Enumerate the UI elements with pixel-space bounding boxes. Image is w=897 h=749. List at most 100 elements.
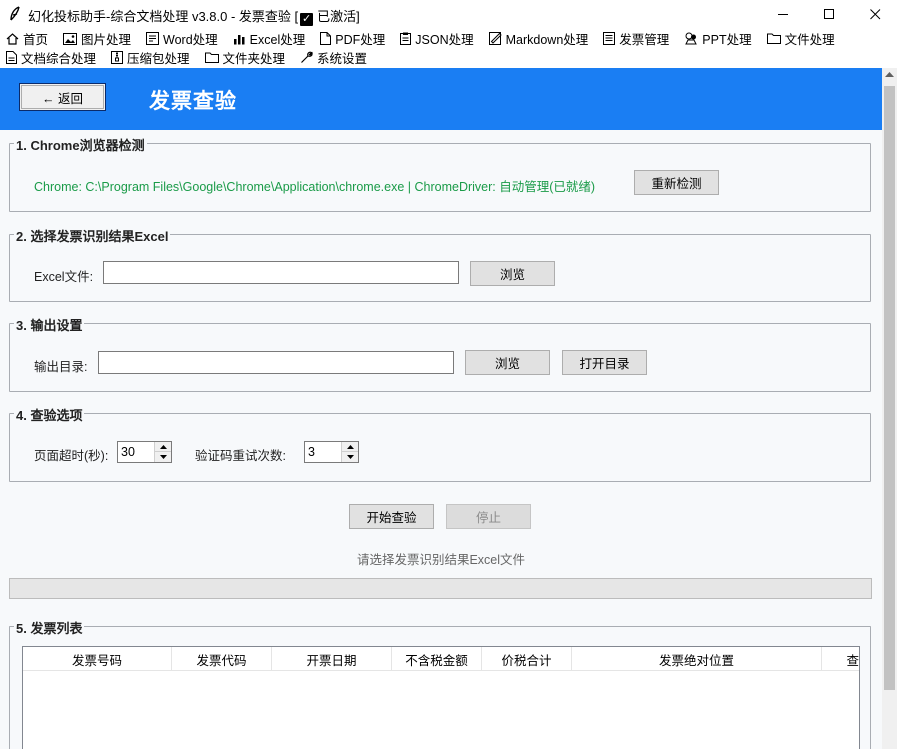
document-icon: [6, 51, 17, 64]
menu-item-pdf[interactable]: PDF处理: [320, 29, 385, 48]
image-icon: [63, 32, 78, 45]
column-header-invoice-number[interactable]: 发票号码: [23, 647, 172, 671]
menu-item-label: 文件处理: [784, 33, 835, 47]
retry-label: 验证码重试次数:: [195, 449, 286, 463]
menu-item-home[interactable]: 首页: [6, 29, 48, 48]
output-browse-button[interactable]: 浏览: [465, 350, 550, 375]
column-header-total-with-tax[interactable]: 价税合计: [482, 647, 572, 671]
menu-item-label: 系统设置: [317, 52, 368, 66]
column-header-amount-excl-tax[interactable]: 不含税金额: [392, 647, 482, 671]
menu-item-ppt[interactable]: PPT处理: [684, 29, 752, 48]
markdown-icon: [488, 32, 502, 45]
timeout-spinbox[interactable]: 30: [117, 441, 172, 463]
main-content: 1. Chrome浏览器检测 Chrome: C:\Program Files\…: [0, 130, 882, 749]
menu-item-label: 发票管理: [619, 33, 670, 47]
menu-item-label: JSON处理: [415, 33, 474, 47]
menu-item-label: PDF处理: [335, 33, 386, 47]
column-header-verify[interactable]: 查: [822, 647, 859, 671]
pdf-icon: [320, 32, 332, 45]
folder-icon: [204, 52, 219, 63]
close-button[interactable]: [852, 0, 897, 28]
excel-select-title: 2. 选择发票识别结果Excel: [14, 226, 171, 245]
excel-file-label: Excel文件:: [34, 270, 94, 284]
menu-item-word[interactable]: Word处理: [146, 29, 218, 48]
menu-item-json[interactable]: JSON处理: [400, 29, 474, 48]
retry-decrement-button[interactable]: [342, 452, 358, 462]
invoice-table[interactable]: 发票号码 发票代码 开票日期 不含税金额 价税合计 发票绝对位置 查: [22, 646, 860, 749]
wrench-icon: [301, 51, 313, 63]
menu-row-2: 文档综合处理 压缩包处理 文件夹处理 系统设置: [6, 48, 382, 67]
menu-row-1: 首页 图片处理 Word处理 Excel处理 PDF处理 JSON处理 Mark…: [6, 29, 850, 48]
retry-spinbox[interactable]: 3: [304, 441, 359, 463]
vertical-scrollbar[interactable]: [882, 68, 897, 749]
menu-item-image[interactable]: 图片处理: [63, 29, 131, 48]
chart-icon: [233, 34, 245, 44]
home-icon: [6, 32, 19, 45]
scroll-up-icon[interactable]: [885, 72, 894, 77]
maximize-button[interactable]: [806, 0, 852, 28]
chrome-detect-title: 1. Chrome浏览器检测: [14, 135, 147, 154]
timeout-decrement-button[interactable]: [155, 452, 171, 462]
start-verify-button[interactable]: 开始查验: [349, 504, 434, 529]
spin-down-icon: [159, 455, 167, 459]
spin-down-icon: [346, 455, 354, 459]
ppt-icon: [685, 32, 698, 45]
invoice-list-title: 5. 发票列表: [14, 618, 85, 637]
column-header-invoice-code[interactable]: 发票代码: [172, 647, 272, 671]
menu-item-invoice[interactable]: 发票管理: [603, 29, 669, 48]
window-title-activated: 已激活]: [317, 9, 360, 24]
checkbox-icon: ✓: [300, 13, 314, 26]
menu-item-label: Excel处理: [249, 33, 306, 47]
output-dir-label: 输出目录:: [34, 360, 88, 374]
menu-item-markdown[interactable]: Markdown处理: [488, 29, 589, 48]
retry-increment-button[interactable]: [342, 442, 358, 452]
timeout-value: 30: [121, 445, 135, 459]
page-title: 发票查验: [149, 90, 237, 113]
excel-file-input[interactable]: [103, 261, 459, 284]
status-message: 请选择发票识别结果Excel文件: [356, 553, 526, 567]
menu-item-label: Word处理: [163, 33, 218, 47]
menu-item-label: 图片处理: [81, 33, 132, 47]
menu-item-label: Markdown处理: [505, 33, 589, 47]
menu-item-file[interactable]: 文件处理: [766, 29, 835, 48]
menu-item-excel[interactable]: Excel处理: [233, 29, 306, 48]
clipboard-icon: [400, 32, 412, 45]
menu-item-folder[interactable]: 文件夹处理: [204, 48, 286, 67]
redetect-button[interactable]: 重新检测: [634, 170, 719, 195]
feather-icon: [10, 6, 20, 21]
word-icon: [146, 32, 160, 45]
stop-button[interactable]: 停止: [446, 504, 531, 529]
column-header-file-path[interactable]: 发票绝对位置: [572, 647, 822, 671]
timeout-label: 页面超时(秒):: [34, 449, 109, 463]
page-header: ← 返回 发票查验: [0, 68, 882, 130]
menu-bar: 首页 图片处理 Word处理 Excel处理 PDF处理 JSON处理 Mark…: [0, 28, 897, 68]
progress-bar: [9, 578, 872, 599]
menu-item-settings[interactable]: 系统设置: [300, 48, 367, 67]
scrollbar-thumb[interactable]: [884, 86, 895, 690]
minimize-icon: [777, 13, 788, 15]
menu-item-archive[interactable]: 压缩包处理: [111, 48, 190, 67]
close-icon: [869, 8, 880, 19]
output-dir-input[interactable]: [98, 351, 454, 374]
maximize-icon: [823, 8, 834, 19]
window-title: 幻化投标助手-综合文档处理 v3.8.0 - 发票查验 [✓ 已激活]: [28, 6, 360, 26]
menu-item-label: 文件夹处理: [222, 52, 286, 66]
invoice-icon: [603, 32, 616, 45]
menu-item-label: 文档综合处理: [21, 52, 97, 66]
menu-item-document[interactable]: 文档综合处理: [6, 48, 96, 67]
spin-up-icon: [346, 444, 354, 449]
window-title-text: 幻化投标助手-综合文档处理 v3.8.0 - 发票查验 [: [28, 9, 299, 24]
archive-icon: [111, 51, 124, 64]
timeout-spin-buttons: [154, 442, 171, 462]
excel-browse-button[interactable]: 浏览: [470, 261, 555, 286]
title-bar: 幻化投标助手-综合文档处理 v3.8.0 - 发票查验 [✓ 已激活]: [0, 0, 897, 28]
verify-options-title: 4. 查验选项: [14, 405, 85, 424]
column-header-issue-date[interactable]: 开票日期: [272, 647, 392, 671]
timeout-increment-button[interactable]: [155, 442, 171, 452]
spin-up-icon: [159, 444, 167, 449]
open-dir-button[interactable]: 打开目录: [562, 350, 647, 375]
back-button[interactable]: ← 返回: [19, 83, 106, 111]
folder-icon: [766, 33, 781, 44]
menu-item-label: 首页: [23, 33, 49, 47]
minimize-button[interactable]: [760, 0, 806, 28]
